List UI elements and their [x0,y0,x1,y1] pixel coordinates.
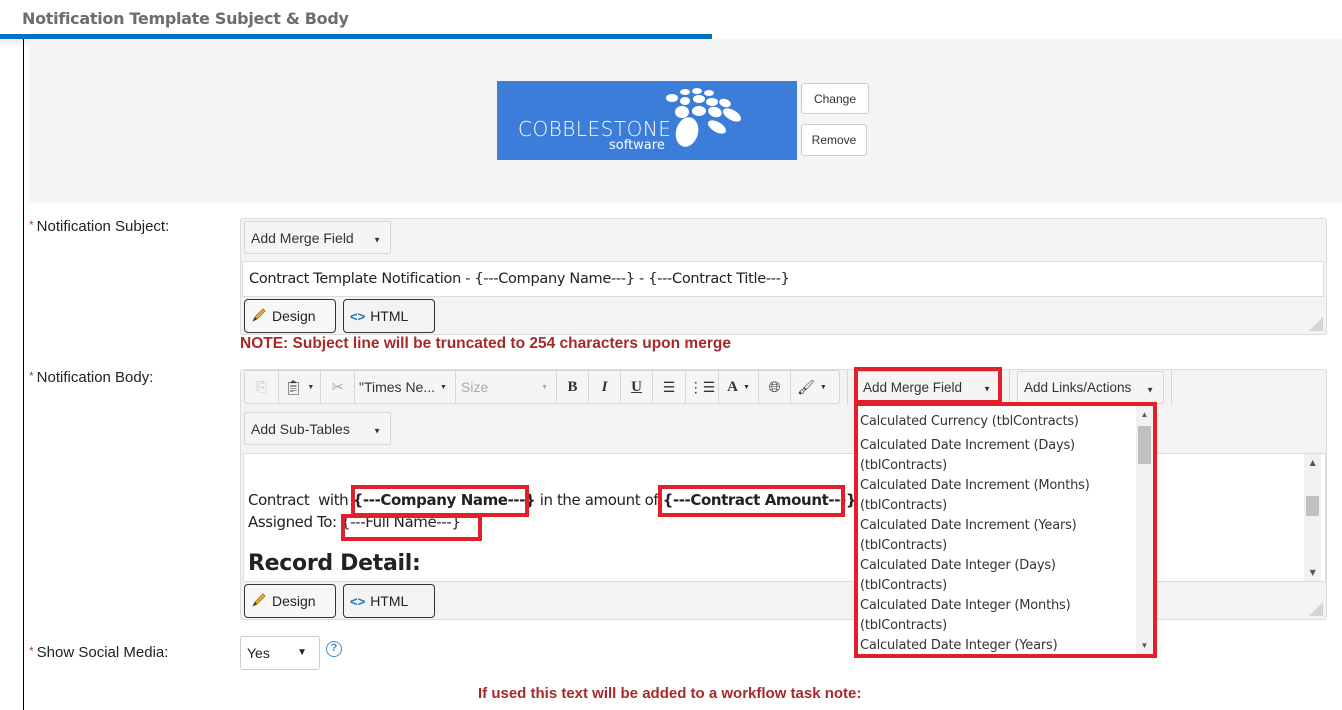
merge-field-option[interactable]: Calculated Currency (tblContracts) [858,412,1133,432]
subject-html-button[interactable]: <> HTML [343,299,435,333]
scroll-up-icon[interactable]: ▲ [1136,410,1153,419]
add-links-actions-dropdown[interactable]: Add Links/Actions ▼ [1017,371,1164,404]
merge-field-option[interactable]: Calculated Date Integer (Months) (tblCon… [858,596,1133,636]
scroll-down-icon[interactable]: ▼ [1136,641,1153,650]
required-marker: * [29,369,34,383]
merge-field-option[interactable]: Calculated Date Increment (Days) (tblCon… [858,436,1133,476]
bold-button[interactable]: B [557,371,589,403]
chevron-down-icon: ▼ [297,647,307,658]
code-icon: <> [350,308,366,324]
add-sub-tables-dropdown[interactable]: Add Sub-Tables ▼ [244,412,391,445]
notification-subject-label: * Notification Subject: [29,218,170,235]
bullet-list-icon: ⋮☰ [688,378,716,395]
toolbar-divider [847,370,848,404]
underline-button[interactable]: U [621,371,653,403]
merge-field-options: Calculated Currency (tblContracts) Calcu… [858,412,1133,654]
subject-truncation-note: NOTE: Subject line will be truncated to … [240,335,731,352]
chevron-down-icon: ▼ [307,383,315,391]
full-name-highlight [341,514,482,541]
chevron-down-icon: ▼ [819,383,827,391]
show-social-media-label: * Show Social Media: [29,644,169,661]
change-logo-button[interactable]: Change [801,83,869,114]
resize-grip[interactable] [1309,317,1323,331]
body-format-toolbar: ⎘ 📋︎ ▼ ✂ "Times Ne... ▼ Size ▼ B I U ☰ ⋮☰ A… [244,370,840,404]
merge-field-option[interactable]: Calculated Date Increment (Years) (tblCo… [858,516,1133,556]
help-icon[interactable]: ? [326,641,342,657]
body-html-button[interactable]: <> HTML [343,584,435,618]
company-logo: COBBLESTONE software [497,81,797,160]
show-social-media-select[interactable]: Yes ▼ [240,636,320,670]
copy-button[interactable]: ⎘ [245,371,279,403]
notification-body-label: * Notification Body: [29,369,154,386]
scroll-down-icon[interactable]: ▼ [1304,568,1321,577]
pencil-icon [251,592,267,611]
contract-amount-highlight [658,485,845,517]
subject-add-merge-field-dropdown[interactable]: Add Merge Field ▼ [244,221,391,254]
scroll-thumb[interactable] [1306,496,1319,516]
subject-input[interactable]: Contract Template Notification - {---Com… [242,261,1324,297]
font-size-select[interactable]: Size ▼ [456,371,557,403]
font-color-button[interactable]: A ▼ [719,371,759,403]
paste-button[interactable]: 📋︎ ▼ [279,371,321,403]
bullet-list-button[interactable]: ⋮☰ [686,371,719,403]
workflow-note: If used this text will be added to a wor… [478,685,862,702]
chevron-down-icon: ▼ [742,383,750,391]
subject-design-button[interactable]: Design [244,299,336,333]
chevron-down-icon: ▼ [440,383,447,391]
record-detail-heading: Record Detail: [248,551,421,576]
clipboard-icon: 📋︎ [284,378,303,395]
format-painter-button[interactable]: 🖌︎ ▼ [791,371,833,403]
cut-button[interactable]: ✂ [321,371,355,403]
paintbrush-icon: 🖌︎ [797,378,815,395]
resize-grip[interactable] [1309,602,1323,616]
remove-logo-button[interactable]: Remove [801,124,867,156]
scroll-up-icon[interactable]: ▲ [1304,458,1321,467]
chevron-down-icon: ▼ [373,425,381,435]
link-globe-icon: 🌐︎ [768,378,781,396]
section-title: Notification Template Subject & Body [22,9,349,28]
chevron-down-icon: ▼ [541,383,548,391]
toolbar-divider [1171,370,1172,404]
required-marker: * [29,218,34,232]
required-marker: * [29,644,34,658]
merge-field-scrollbar[interactable]: ▲ ▼ [1136,406,1153,654]
scissors-icon: ✂ [331,379,344,396]
toolbar-divider [1009,370,1010,404]
body-design-button[interactable]: Design [244,584,336,618]
company-name-highlight [351,485,529,517]
copy-icon: ⎘ [256,379,267,394]
numbered-list-icon: ☰ [662,378,676,395]
chevron-down-icon: ▼ [1146,384,1154,394]
numbered-list-button[interactable]: ☰ [653,371,686,403]
merge-field-option[interactable]: Calculated Date Increment (Months) (tblC… [858,476,1133,516]
pencil-icon [251,307,267,326]
code-icon: <> [350,593,366,609]
logo-subtitle: software [609,138,665,153]
merge-field-options-list[interactable]: Calculated Currency (tblContracts) Calcu… [854,402,1157,658]
left-border-line [23,39,24,710]
italic-button[interactable]: I [589,371,621,403]
body-scrollbar[interactable]: ▲ ▼ [1304,454,1321,581]
insert-link-button[interactable]: 🌐︎ [759,371,791,403]
merge-field-option[interactable]: Calculated Date Integer (Days) (tblContr… [858,556,1133,596]
merge-field-highlight [854,367,1002,404]
chevron-down-icon: ▼ [373,234,381,244]
font-family-select[interactable]: "Times Ne... ▼ [355,371,456,403]
merge-field-option[interactable]: Calculated Date Integer (Years) [858,636,1133,654]
scroll-thumb[interactable] [1138,426,1151,464]
